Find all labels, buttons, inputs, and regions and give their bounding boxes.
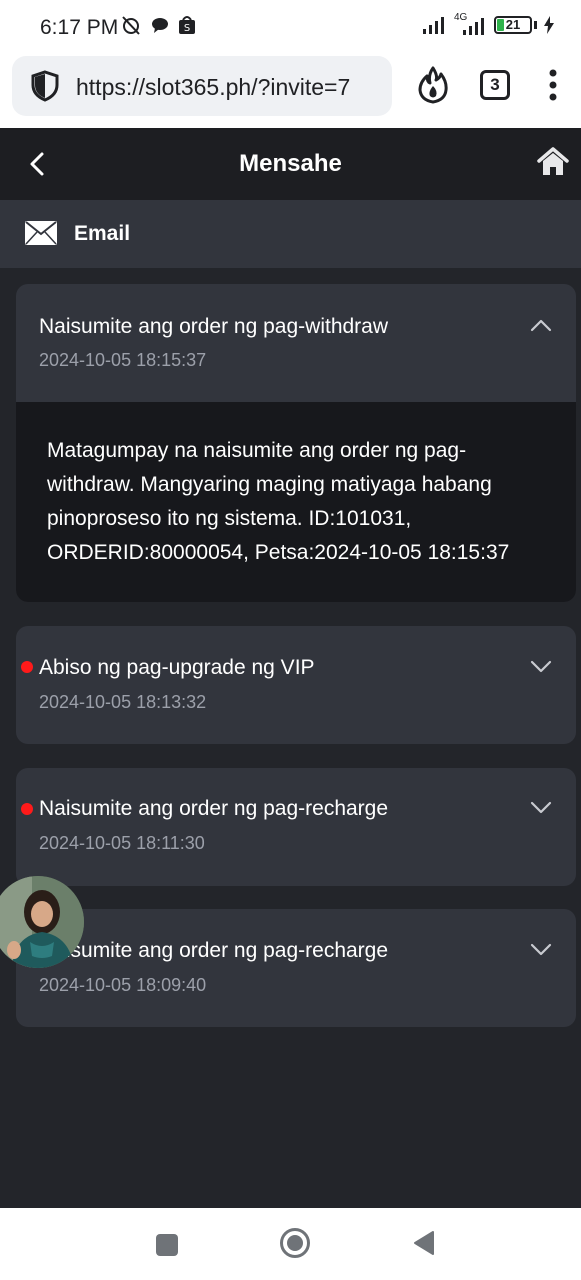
status-notification-icons: S	[120, 14, 196, 36]
shield-icon[interactable]	[30, 70, 60, 102]
signal-4g-icon	[463, 18, 484, 35]
chevron-up-icon[interactable]	[530, 318, 552, 332]
unread-indicator	[21, 803, 33, 815]
app-header: Mensahe	[0, 128, 581, 200]
message-body: Matagumpay na naisumite ang order ng pag…	[16, 402, 576, 602]
message-title: Naisumite ang order ng pag-withdraw	[39, 315, 389, 338]
battery-level: 21	[505, 17, 521, 32]
url-text[interactable]: https://slot365.ph/?invite=7	[76, 74, 386, 101]
back-triangle-icon[interactable]	[412, 1230, 436, 1256]
signal-icon	[423, 17, 444, 34]
recent-apps-button[interactable]	[156, 1234, 178, 1256]
system-nav-bar	[0, 1208, 581, 1280]
page-title: Mensahe	[239, 150, 342, 177]
message-title: Abiso ng pag-upgrade ng VIP	[39, 656, 315, 679]
more-options-icon[interactable]	[548, 68, 558, 102]
alarm-off-icon	[122, 16, 140, 35]
status-right-group: 4G 21	[422, 12, 555, 36]
chevron-down-icon[interactable]	[530, 943, 552, 957]
network-4g-signal: 4G	[454, 12, 488, 36]
tab-email-label: Email	[74, 222, 131, 245]
message-date: 2024-10-05 18:13:32	[39, 692, 207, 712]
message-date: 2024-10-05 18:15:37	[39, 350, 207, 370]
unread-indicator	[21, 661, 33, 673]
message-date: 2024-10-05 18:11:30	[39, 833, 205, 853]
charging-icon	[544, 16, 554, 34]
battery-icon: 21	[494, 16, 532, 34]
message-title: Naisumite ang order ng pag-recharge	[39, 797, 389, 820]
chevron-down-icon[interactable]	[530, 660, 552, 674]
chat-icon	[152, 18, 168, 33]
message-date: 2024-10-05 18:09:40	[39, 975, 207, 995]
tab-switcher-button[interactable]: 3	[480, 70, 510, 100]
browser-toolbar: https://slot365.ph/?invite=7 3	[0, 52, 581, 128]
status-bar: 6:17 PM S 4G 21	[0, 0, 581, 52]
home-button[interactable]	[280, 1228, 310, 1258]
message-body-text: Matagumpay na naisumite ang order ng pag…	[47, 439, 510, 564]
message-card[interactable]: Naisumite ang order ng pag-recharge 2024…	[16, 909, 576, 1027]
shopee-icon: S	[179, 16, 195, 34]
envelope-icon	[25, 221, 57, 245]
message-title: Naisumite ang order ng pag-recharge	[39, 939, 389, 962]
tab-email[interactable]: Email	[0, 200, 581, 268]
fire-icon[interactable]	[416, 66, 450, 104]
chevron-down-icon[interactable]	[530, 801, 552, 815]
battery-cap	[534, 21, 537, 29]
address-bar[interactable]: https://slot365.ph/?invite=7	[12, 56, 392, 116]
message-card[interactable]: Abiso ng pag-upgrade ng VIP 2024-10-05 1…	[16, 626, 576, 744]
message-card[interactable]: Naisumite ang order ng pag-withdraw 2024…	[16, 284, 576, 602]
svg-text:S: S	[184, 23, 190, 34]
status-time: 6:17 PM	[40, 16, 119, 39]
message-card[interactable]: Naisumite ang order ng pag-recharge 2024…	[16, 768, 576, 886]
home-icon[interactable]	[536, 146, 570, 178]
